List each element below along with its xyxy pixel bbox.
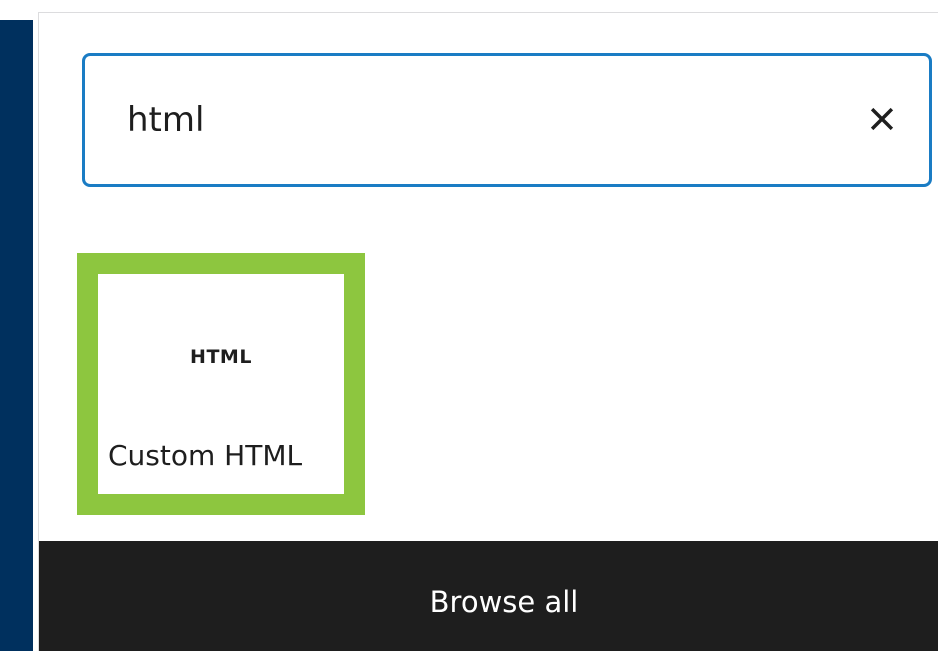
block-search-input[interactable]	[127, 56, 827, 184]
admin-sidebar-edge	[0, 0, 38, 651]
block-item-label: Custom HTML	[108, 439, 303, 472]
html-block-icon: HTML	[190, 346, 252, 368]
block-item-custom-html[interactable]: HTML Custom HTML	[77, 253, 365, 515]
block-inserter-screen: HTML Custom HTML Browse all	[0, 0, 938, 651]
admin-sidebar	[0, 20, 33, 651]
close-icon	[870, 107, 894, 131]
block-inserter-panel: HTML Custom HTML Browse all	[38, 12, 938, 651]
browse-all-label: Browse all	[429, 584, 579, 619]
block-search-box	[82, 53, 932, 187]
browse-all-button[interactable]: Browse all	[39, 541, 938, 651]
clear-search-button[interactable]	[863, 100, 901, 138]
